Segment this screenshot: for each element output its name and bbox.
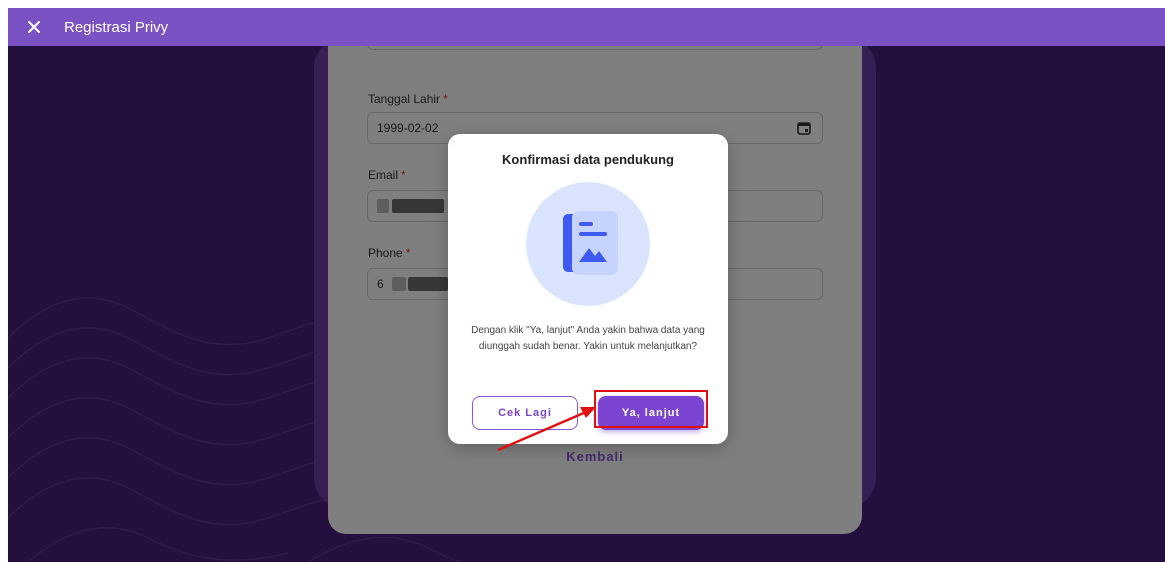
dialog-message: Dengan klik "Ya, lanjut" Anda yakin bahw… — [471, 325, 705, 352]
app-frame: Tanggal Lahir* 1999-02-02 Email* Phone* … — [8, 8, 1165, 562]
confirmation-dialog: Konfirmasi data pendukung Dengan klik "Y… — [448, 134, 728, 444]
close-icon[interactable] — [24, 17, 44, 37]
check-again-button[interactable]: Cek Lagi — [472, 396, 578, 430]
app-bar: Registrasi Privy — [8, 8, 1165, 46]
confirm-continue-button[interactable]: Ya, lanjut — [598, 396, 704, 430]
document-image-icon — [526, 182, 650, 306]
dialog-title: Konfirmasi data pendukung — [502, 152, 674, 167]
app-bar-title: Registrasi Privy — [64, 18, 169, 36]
